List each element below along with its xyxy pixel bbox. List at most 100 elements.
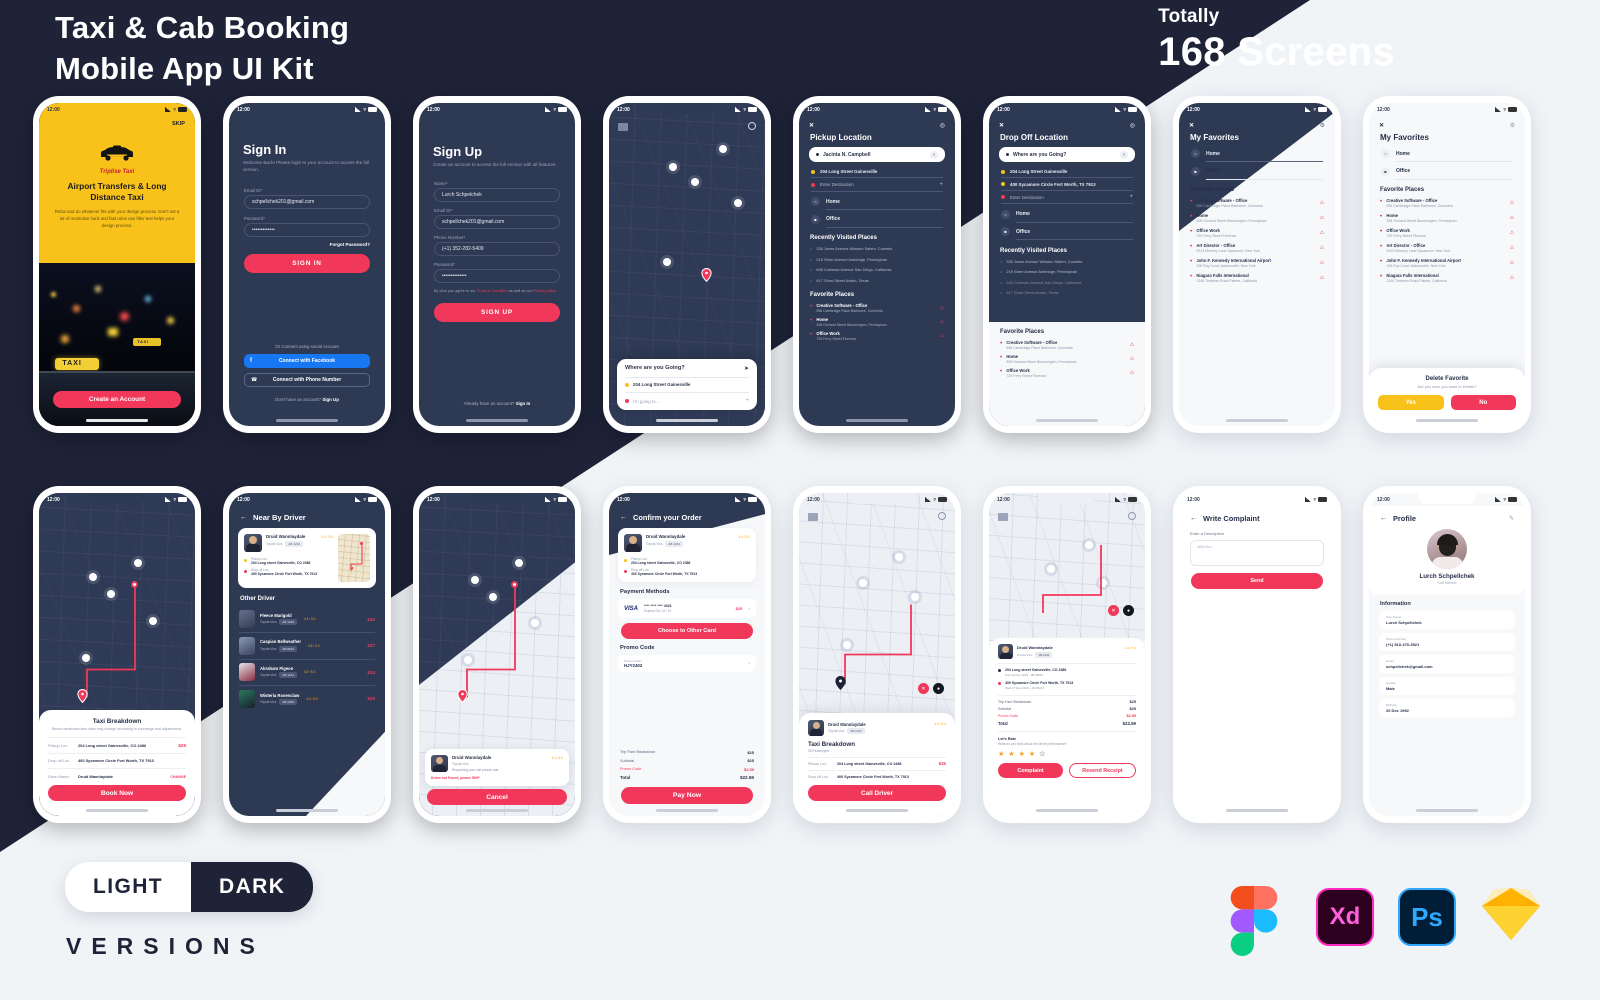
- sos-icon[interactable]: ●: [933, 683, 944, 694]
- delete-icon[interactable]: ♺: [1510, 215, 1514, 221]
- favorite-item[interactable]: ♥ Office Work 720 Ferry Street Florence …: [1000, 368, 1134, 378]
- forgot-password-link[interactable]: Forgot Password?: [244, 242, 370, 247]
- quick-office-row[interactable]: ■ Office: [1001, 222, 1133, 239]
- recent-item[interactable]: ○ 330 Jones Avenue Winston Salem, Coombs: [1000, 259, 1134, 264]
- close-icon[interactable]: ✕: [809, 122, 814, 129]
- cancel-ride-icon[interactable]: ✕: [918, 683, 929, 694]
- map-driver-dot[interactable]: [734, 199, 742, 207]
- change-driver-link[interactable]: CHANGE: [170, 775, 186, 779]
- privacy-link[interactable]: Privacy policy: [533, 289, 556, 293]
- confirm-no-button[interactable]: No: [1450, 395, 1516, 410]
- skip-button[interactable]: SKIP: [172, 121, 185, 127]
- star-icon-filled[interactable]: ★: [1008, 750, 1014, 758]
- back-arrow-icon[interactable]: ←: [620, 514, 627, 521]
- delete-icon[interactable]: ♺: [940, 333, 944, 339]
- info-field[interactable]: Gender Male: [1379, 677, 1515, 695]
- quick-home-row[interactable]: ⌂ Home: [1191, 149, 1323, 161]
- send-icon[interactable]: ➤: [744, 365, 749, 372]
- driver-list-item[interactable]: Fleece Marigold Toyota Vios AB 1234 4.4 …: [239, 606, 375, 632]
- cancel-button[interactable]: Cancel: [427, 789, 567, 805]
- facebook-button[interactable]: f Connect with Facebook: [244, 354, 370, 368]
- delete-icon[interactable]: ♺: [1510, 275, 1514, 281]
- locate-me-icon[interactable]: ◎: [940, 122, 945, 129]
- stop-row[interactable]: 204 Long Street Gainesville: [1001, 169, 1133, 177]
- clear-icon[interactable]: ✕: [930, 150, 938, 159]
- phone-connect-button[interactable]: ☎ Connect with Phone Number: [244, 373, 370, 387]
- sign-up-button[interactable]: SIGN UP: [434, 302, 560, 322]
- email-field[interactable]: schpellchek201@gmail.com: [434, 214, 560, 229]
- dropoff-search-box[interactable]: Where are you Going? ✕: [999, 147, 1135, 162]
- terms-link[interactable]: Terms & Condition: [477, 289, 508, 293]
- payment-card-row[interactable]: VISA **** **** **** 4321 Expires On: 12 …: [618, 599, 756, 618]
- create-account-button[interactable]: Create an Account: [53, 391, 181, 408]
- delete-icon[interactable]: ♺: [1320, 245, 1324, 251]
- complaint-button[interactable]: Complaint: [998, 763, 1063, 779]
- favorite-item[interactable]: ♥ John F. Kennedy International Airport …: [1380, 258, 1514, 268]
- light-theme-option[interactable]: LIGHT: [65, 862, 191, 912]
- delete-icon[interactable]: ♺: [1510, 200, 1514, 206]
- star-icon-empty[interactable]: ☆: [1039, 750, 1045, 758]
- pay-now-button[interactable]: Pay Now: [621, 787, 753, 804]
- delete-icon[interactable]: ♺: [1320, 260, 1324, 266]
- star-icon-filled[interactable]: ★: [998, 750, 1004, 758]
- recent-item[interactable]: ○ 219 Sherr Avenue Ambridge, Pennsylvan: [1000, 269, 1134, 274]
- favorite-item[interactable]: ♥ Office Work 720 Ferry Street Florence …: [1190, 228, 1324, 238]
- favorite-item[interactable]: ♥ Home 305 Orchard Street Bloomington, P…: [1000, 354, 1134, 364]
- info-field[interactable]: Birthday 20 Dec 1992: [1379, 699, 1515, 717]
- delete-icon[interactable]: ♺: [1320, 230, 1324, 236]
- favorite-item[interactable]: ♥ John F. Kennedy International Airport …: [1190, 258, 1324, 268]
- resend-receipt-button[interactable]: Resend Receipt: [1069, 763, 1136, 779]
- destination-input[interactable]: I'm going to ...: [633, 399, 660, 404]
- delete-icon[interactable]: ♺: [1130, 370, 1134, 376]
- map-driver-dot[interactable]: [691, 178, 699, 186]
- sign-in-link[interactable]: Sign In: [516, 401, 531, 406]
- chevron-right-icon[interactable]: ›: [748, 661, 750, 667]
- driver-list-item[interactable]: Wisteria Rosenclaw Toyota Vios AB 2346 4…: [239, 686, 375, 712]
- favorite-item[interactable]: ♥ Home 305 Orchard Street Bloomington, P…: [1380, 213, 1514, 223]
- rating-stars[interactable]: ★ ★ ★ ★ ☆: [998, 750, 1136, 758]
- back-arrow-icon[interactable]: ←: [1190, 515, 1197, 522]
- delete-icon[interactable]: ♺: [1510, 230, 1514, 236]
- password-field[interactable]: •••••••••••••: [244, 222, 370, 237]
- settings-icon[interactable]: ⚙: [1510, 122, 1515, 129]
- stop-row[interactable]: 400 Sycamore Circle Fort Worth, TX 7913: [1001, 178, 1133, 190]
- driver-list-item[interactable]: Caspian Bellweather Toyota Vios AB 8012 …: [239, 633, 375, 659]
- chevron-right-icon[interactable]: ›: [748, 606, 750, 612]
- delete-icon[interactable]: ♺: [1510, 245, 1514, 251]
- theme-toggle[interactable]: LIGHT DARK: [65, 862, 314, 912]
- favorite-item[interactable]: ♥ Art Director - Office 2913 Memory Lane…: [1380, 243, 1514, 253]
- map-driver-dot[interactable]: [669, 163, 677, 171]
- recent-item[interactable]: ○ 617 Short Street Austin, Texas: [1000, 290, 1134, 295]
- choose-other-card-button[interactable]: Choose to Other Card: [621, 623, 753, 639]
- delete-icon[interactable]: ♺: [1320, 200, 1324, 206]
- recent-item[interactable]: ○ 330 Jones Avenue Winston Salem, Coombs: [810, 246, 944, 251]
- favorite-item[interactable]: ♥ Creative Software - Office 956 Cambrid…: [1190, 198, 1324, 208]
- menu-icon[interactable]: [618, 123, 628, 131]
- description-textarea[interactable]: Write the...: [1190, 540, 1324, 566]
- close-icon[interactable]: ✕: [999, 122, 1004, 129]
- close-icon[interactable]: ✕: [1189, 122, 1194, 129]
- settings-icon[interactable]: ⚙: [1320, 122, 1325, 129]
- info-field[interactable]: User Name Lurch Schpellchek: [1379, 611, 1515, 629]
- search-row[interactable]: Where are you Going? ➤: [625, 365, 749, 372]
- call-driver-button[interactable]: Call Driver: [808, 785, 946, 801]
- featured-driver-card[interactable]: Druid Wannlaydale 4.4 / 5.0 Toyota Vios …: [238, 528, 376, 588]
- cancel-ride-icon[interactable]: ✕: [1108, 605, 1119, 616]
- add-stop-icon[interactable]: +: [745, 398, 749, 404]
- favorite-item[interactable]: ♥ Home 305 Orchard Street Bloomington, P…: [1190, 213, 1324, 223]
- phone-field[interactable]: (+1) 352-282-5409: [434, 241, 560, 256]
- email-field[interactable]: schpellchek201@gmail.com: [244, 194, 370, 209]
- edit-icon[interactable]: ✎: [1509, 515, 1514, 522]
- stop-row[interactable]: 204 Long Street Gainesville: [811, 169, 943, 177]
- info-field[interactable]: Email schpellchek@gmail.com: [1379, 655, 1515, 673]
- password-field[interactable]: ••••••••••••••: [434, 268, 560, 283]
- favorite-item[interactable]: ♥ Niagara Falls International 1246 Timbe…: [1190, 273, 1324, 283]
- clear-icon[interactable]: ✕: [1120, 150, 1128, 159]
- sos-icon[interactable]: ●: [1123, 605, 1134, 616]
- delete-icon[interactable]: ♺: [940, 305, 944, 311]
- sign-in-button[interactable]: SIGN IN: [244, 253, 370, 273]
- delete-icon[interactable]: ♺: [1130, 356, 1134, 362]
- add-stop-icon[interactable]: +: [1129, 194, 1133, 200]
- send-button[interactable]: Send: [1191, 573, 1323, 589]
- promo-code-field[interactable]: Promo Code* HJY2402 ›: [618, 655, 756, 672]
